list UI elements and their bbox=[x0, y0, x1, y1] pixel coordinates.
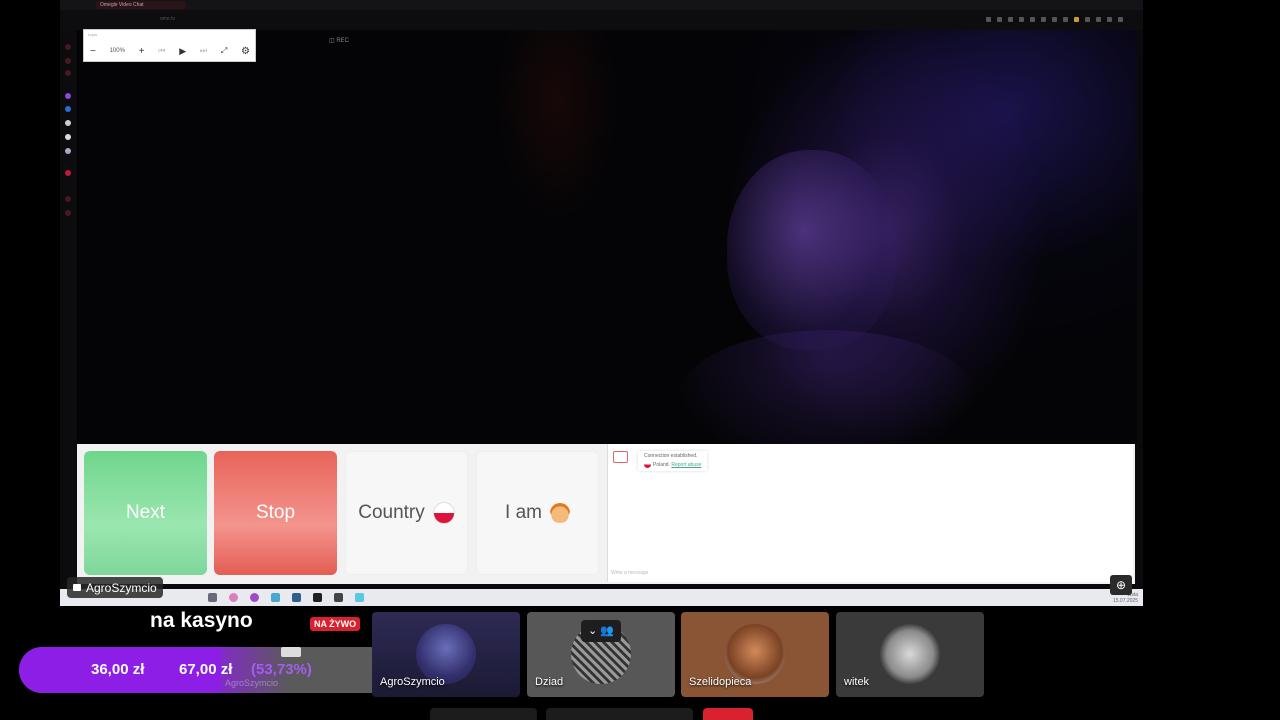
person-silhouette-head bbox=[727, 150, 897, 350]
minus-icon[interactable]: − bbox=[90, 46, 96, 57]
taskbar-app-icon[interactable] bbox=[250, 593, 259, 602]
browser-url-bar[interactable]: ome.tv bbox=[60, 10, 1143, 30]
stop-button[interactable]: Stop bbox=[214, 451, 337, 575]
chat-controls-panel: Next Stop Country I am Connection establ… bbox=[77, 444, 1135, 584]
browser-tab-bar: Omegle Video Chat bbox=[60, 0, 1143, 10]
camera-icon[interactable]: ◫ bbox=[329, 38, 335, 44]
video-overlay-label: REC bbox=[336, 38, 350, 44]
video-overlay-icons[interactable]: ◫ REC bbox=[329, 37, 349, 44]
browser-sidebar bbox=[60, 30, 76, 606]
boy-face-icon bbox=[549, 503, 570, 523]
streamer-name-tag: AgroSzymcio bbox=[67, 577, 163, 598]
twitch-icon[interactable] bbox=[65, 93, 71, 99]
stranger-video-feed: ◫ REC bbox=[77, 30, 1137, 444]
participant-avatar bbox=[725, 624, 785, 684]
call-controls bbox=[430, 708, 760, 720]
chevron-down-icon: ⌄ bbox=[588, 625, 598, 637]
fullscreen-icon[interactable]: ⤢ bbox=[221, 46, 227, 56]
chat-input[interactable]: Write a message bbox=[611, 570, 648, 576]
zoom-in-icon[interactable]: ⊕ bbox=[1110, 575, 1132, 595]
poland-flag-icon bbox=[432, 502, 455, 524]
participant-name: witek bbox=[844, 676, 870, 688]
connection-text: Connection established. bbox=[644, 453, 698, 459]
taskbar-app-icon[interactable] bbox=[271, 593, 280, 602]
zoom-level: 100% bbox=[109, 48, 125, 54]
participant-avatar bbox=[880, 624, 940, 684]
leave-call-button[interactable] bbox=[703, 708, 753, 720]
windows-start-icon[interactable] bbox=[208, 593, 217, 602]
connection-message: Connection established. Poland. Report a… bbox=[638, 451, 708, 471]
screen-share-icon bbox=[73, 584, 81, 591]
cam-tile[interactable]: witek bbox=[836, 612, 984, 697]
plus-icon[interactable]: + bbox=[139, 46, 145, 57]
messenger-icon[interactable] bbox=[65, 106, 71, 112]
share-controls[interactable] bbox=[546, 708, 693, 720]
stream-title: na kasyno bbox=[150, 609, 253, 632]
country-label: Country bbox=[358, 502, 425, 523]
magnifier-toolbar: Lupa − 100% + ⏮ ▶ ⏭ ⤢ ⚙ bbox=[83, 29, 256, 62]
users-icon: 👥 bbox=[600, 625, 614, 637]
stop-label: Stop bbox=[255, 502, 296, 523]
cam-tile[interactable]: AgroSzymcio bbox=[372, 612, 520, 697]
taskbar-app-icon[interactable] bbox=[313, 593, 322, 602]
steam-icon[interactable] bbox=[292, 593, 301, 602]
sidebar-icon[interactable] bbox=[65, 44, 71, 50]
taskbar-app-icon[interactable] bbox=[355, 593, 364, 602]
tiktok-icon[interactable] bbox=[65, 120, 71, 126]
sidebar-icon[interactable] bbox=[65, 58, 71, 64]
url-text: ome.tv bbox=[160, 16, 176, 22]
country-text: Poland. bbox=[653, 462, 670, 468]
iam-label: I am bbox=[505, 502, 542, 523]
magnifier-title: Lupa bbox=[88, 32, 97, 37]
donation-goal-bar: 36,00 zł 67,00 zł (53,73%) AgroSzymcio bbox=[19, 647, 395, 693]
windows-taskbar: Lista 15.07.2025 bbox=[60, 589, 1143, 606]
skip-forward-icon[interactable]: ⏭ bbox=[200, 46, 207, 56]
streamer-name: AgroSzymcio bbox=[86, 580, 157, 595]
live-badge: NA ŻYWO bbox=[310, 617, 361, 631]
browser-tab[interactable]: Omegle Video Chat bbox=[96, 1, 186, 9]
goal-target-amount: 67,00 zł bbox=[179, 661, 233, 678]
participant-name: Szelidopieca bbox=[689, 676, 752, 688]
chat-status-icon bbox=[613, 451, 628, 463]
poland-flag-icon bbox=[644, 461, 651, 469]
goal-sub-label: AgroSzymcio bbox=[225, 678, 279, 688]
next-label: Next bbox=[125, 502, 166, 523]
goal-handle bbox=[281, 647, 301, 657]
sidebar-icon[interactable] bbox=[65, 170, 71, 176]
taskbar-app-icon[interactable] bbox=[229, 593, 238, 602]
participants-menu-button[interactable]: ⌄ 👥 bbox=[581, 620, 621, 642]
gear-icon[interactable]: ⚙ bbox=[241, 46, 250, 57]
country-button[interactable]: Country bbox=[345, 451, 468, 575]
cam-tile[interactable]: ⌄ 👥 Dziad bbox=[527, 612, 675, 697]
goal-percent: (53,73%) bbox=[251, 661, 312, 678]
gender-button[interactable]: I am bbox=[476, 451, 599, 575]
mic-camera-controls[interactable] bbox=[430, 708, 537, 720]
x-icon[interactable] bbox=[65, 134, 71, 140]
participant-name: Dziad bbox=[535, 676, 564, 688]
next-button[interactable]: Next bbox=[84, 451, 207, 575]
report-abuse-link[interactable]: Report abuse bbox=[671, 462, 701, 468]
goal-current-amount: 36,00 zł bbox=[91, 661, 145, 678]
taskbar-date: 15.07.2025 bbox=[1112, 598, 1138, 604]
play-icon[interactable]: ▶ bbox=[179, 46, 186, 57]
browser-extension-icons bbox=[986, 17, 1123, 23]
sidebar-icon[interactable] bbox=[65, 196, 71, 202]
sidebar-icon[interactable] bbox=[65, 70, 71, 76]
chat-log[interactable]: Connection established. Poland. Report a… bbox=[607, 444, 1133, 582]
skip-back-icon[interactable]: ⏮ bbox=[158, 46, 165, 56]
taskbar-app-icon[interactable] bbox=[334, 593, 343, 602]
participant-avatar bbox=[416, 624, 476, 684]
discord-icon[interactable] bbox=[65, 148, 71, 154]
participant-name: AgroSzymcio bbox=[380, 676, 445, 688]
cam-tile[interactable]: Szelidopieca bbox=[681, 612, 829, 697]
sidebar-icon[interactable] bbox=[65, 210, 71, 216]
